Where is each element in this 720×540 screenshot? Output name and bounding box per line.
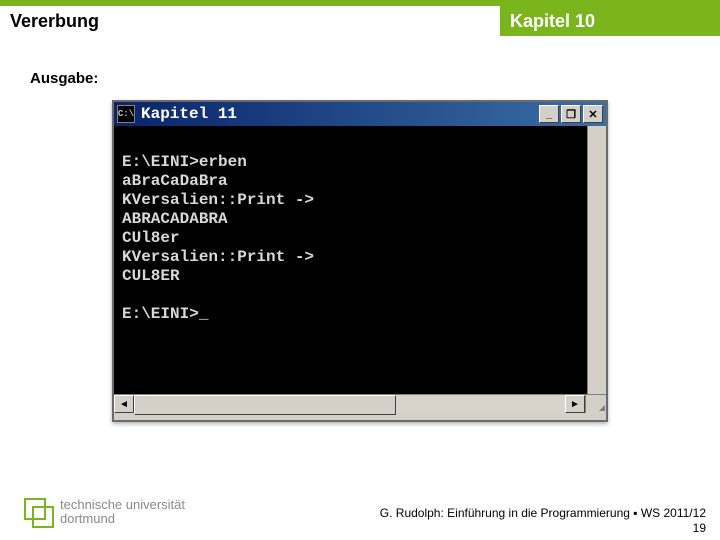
resize-grip-icon[interactable]: ◢ — [585, 395, 606, 413]
output-label: Ausgabe: — [30, 70, 98, 87]
console-line: ABRACADABRA — [122, 210, 228, 228]
window-titlebar: C:\ Kapitel 11 _ ❐ ✕ — [114, 102, 606, 126]
minimize-button[interactable]: _ — [539, 105, 559, 123]
scroll-left-button[interactable]: ◄ — [114, 395, 134, 413]
cmd-icon: C:\ — [117, 105, 135, 123]
console-window: C:\ Kapitel 11 _ ❐ ✕ E:\EINI>erben aBraC… — [112, 100, 608, 422]
close-button[interactable]: ✕ — [583, 105, 603, 123]
uni-name-line2: dortmund — [60, 512, 185, 526]
footer-credit: G. Rudolph: Einführung in die Programmie… — [380, 506, 706, 536]
console-prompt: E:\EINI>_ — [122, 305, 208, 323]
console-output: E:\EINI>erben aBraCaDaBra KVersalien::Pr… — [114, 126, 606, 394]
console-line: KVersalien::Print -> — [122, 248, 314, 266]
console-line: CUL8ER — [122, 267, 180, 285]
horizontal-scrollbar[interactable]: ◄ ► ◢ — [114, 394, 606, 413]
slide-header: Vererbung Kapitel 10 — [0, 6, 720, 36]
uni-name-line1: technische universität — [60, 498, 185, 512]
maximize-button[interactable]: ❐ — [561, 105, 581, 123]
window-title: Kapitel 11 — [141, 105, 537, 123]
console-line: KVersalien::Print -> — [122, 191, 314, 209]
lecture-credit: G. Rudolph: Einführung in die Programmie… — [380, 506, 706, 521]
tu-dortmund-logo: technische universität dortmund — [24, 498, 185, 526]
scroll-thumb[interactable] — [134, 395, 396, 415]
tu-logo-text: technische universität dortmund — [60, 498, 185, 526]
header-chapter: Kapitel 10 — [500, 6, 720, 36]
console-line: aBraCaDaBra — [122, 172, 228, 190]
scroll-track[interactable] — [134, 395, 565, 413]
slide-footer: technische universität dortmund G. Rudol… — [0, 484, 720, 540]
scroll-right-button[interactable]: ► — [565, 395, 585, 413]
page-number: 19 — [380, 521, 706, 536]
vertical-scrollbar[interactable] — [587, 126, 606, 394]
tu-logo-mark-icon — [24, 498, 52, 526]
header-topic: Vererbung — [0, 6, 500, 36]
console-line: E:\EINI>erben — [122, 153, 247, 171]
console-line: CUl8er — [122, 229, 180, 247]
